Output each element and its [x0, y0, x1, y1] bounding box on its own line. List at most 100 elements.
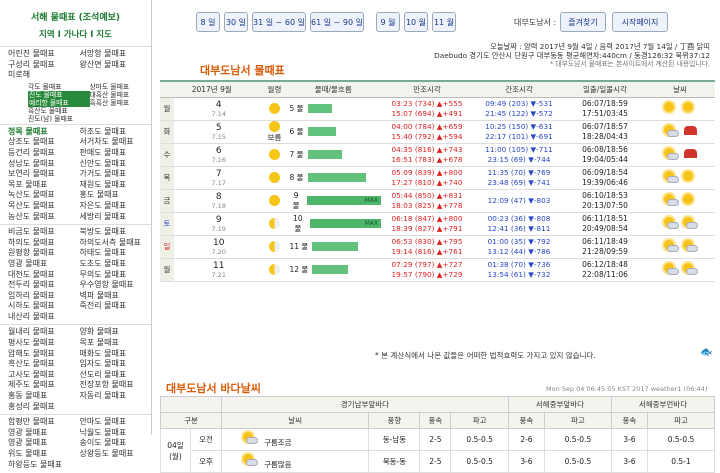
weekday-cell: 월 [160, 97, 174, 121]
sidebar-location-link[interactable]: 자동리 물때표 [80, 391, 152, 402]
sidebar-location-link[interactable]: 압해도 물때표 [8, 349, 80, 360]
sun-icon [682, 193, 698, 207]
sidebar-location-link[interactable]: 평사도 물때표 [8, 338, 80, 349]
tide-flow-cell: 8 물 [285, 166, 381, 190]
sidebar-location-link[interactable]: 보연리 물때표 [8, 169, 80, 180]
sidebar-location-link[interactable]: 어린진 물때표 [8, 49, 80, 60]
tide-row: 수 6 7.16 7 물 04:35 (816) ▲+743 16:51 (783) ▲+… [160, 143, 715, 167]
sidebar-location-link[interactable]: 구성리 물때표 [8, 60, 80, 71]
sidebar-location-link[interactable]: 흑산도 물때표 [8, 359, 80, 370]
sidebar-location-link[interactable]: 영광 물때표 [8, 428, 80, 439]
moon-phase-icon [268, 218, 280, 229]
sidebar-location-link[interactable]: 신안도 물때표 [80, 159, 152, 170]
period-button[interactable]: 61 일 ~ 90 일 [310, 12, 364, 32]
sidebar-sub-link[interactable]: 진도(남) 물때표 [28, 115, 90, 123]
sidebar-location-link[interactable]: 전장포항 물때표 [80, 380, 152, 391]
sea-col-header: 풍속 [507, 412, 545, 429]
sidebar-location-link[interactable]: 임자도 물때표 [80, 359, 152, 370]
sidebar-location-link[interactable]: 영광 물때표 [8, 438, 80, 449]
sidebar-location-link[interactable]: 대천도 물때표 [8, 270, 80, 281]
sidebar-location-link[interactable]: 죽전리 물때표 [80, 301, 152, 312]
sidebar-sub-link[interactable]: 예리항 물때표 [28, 98, 90, 107]
sidebar-location-link[interactable]: 하왕등도 물때표 [8, 460, 80, 471]
low-tide-time: 09:49 (203) ▼-531 [485, 98, 553, 108]
sidebar-location-link[interactable]: 미로해 [8, 70, 80, 81]
sidebar-location-link[interactable]: 월내리 물때표 [8, 327, 80, 338]
period-button[interactable]: 11 월 [432, 12, 456, 32]
sidebar-location-link[interactable]: 목산도 물때표 [8, 201, 80, 212]
sidebar-location-link[interactable]: 북방도 물때표 [80, 227, 152, 238]
sidebar-location-link[interactable]: 고사도 물때표 [8, 370, 80, 381]
period-button[interactable]: 30 일 [224, 12, 248, 32]
sun-time: 06:10/18:53 [582, 190, 628, 200]
sidebar-location-link[interactable]: 도초도 물때표 [80, 259, 152, 270]
sidebar-location-link[interactable]: 영광 물때표 [8, 259, 80, 270]
date-cell: 6 7.16 [174, 143, 264, 167]
sidebar-location-link[interactable]: 판매도 물때표 [80, 148, 152, 159]
sidebar-location-link[interactable]: 하의도서측 물때표 [80, 238, 152, 249]
sidebar-location-link[interactable]: 서거차도 물때표 [80, 137, 152, 148]
sidebar-location-link[interactable]: 세방리 물때표 [80, 212, 152, 223]
moon-cell [263, 143, 286, 167]
sidebar-location-link[interactable]: 송이도 물때표 [80, 438, 152, 449]
sidebar-sub-link[interactable]: 흑흑산 물때표 [90, 99, 152, 107]
sidebar-location-link[interactable]: 내산리 물때표 [8, 312, 80, 323]
sidebar-sub-link[interactable]: 진도 물때표 [28, 90, 90, 99]
set-homepage-button[interactable]: 시작페이지 [612, 12, 668, 32]
sidebar-location-link[interactable]: 목포 물때표 [8, 180, 80, 191]
low-tide-cell: 01:00 (35) ▼-792 13:12 (44) ▼-786 [473, 235, 565, 259]
tide-flow-bar: MAX [310, 219, 381, 228]
tide-number: 12 물 [289, 265, 309, 274]
low-tide-time: 11:35 (70) ▼-769 [487, 167, 551, 177]
sidebar-location-link[interactable]: 홍동 물때표 [8, 391, 80, 402]
date-cell: 10 7.20 [174, 235, 264, 259]
sidebar-nav[interactable]: 지역 I 가나다 I 지도 [0, 28, 151, 40]
low-tide-time: 10:25 (150) ▼-631 [485, 121, 553, 131]
sidebar-location-link[interactable]: 가거도 물때표 [80, 169, 152, 180]
sidebar-location-link[interactable]: 임하리 물때표 [8, 291, 80, 302]
sidebar-location-link[interactable]: 하의도 물때표 [8, 238, 80, 249]
sidebar-location-link[interactable]: 목포 물때표 [80, 338, 152, 349]
sidebar-location-link[interactable]: 자은도 물때표 [80, 201, 152, 212]
sidebar-location-link[interactable]: 무의도 물때표 [80, 270, 152, 281]
sidebar-location-link[interactable]: 왕산면 물때표 [80, 60, 152, 71]
sidebar-location-link[interactable]: 상왕등도 물때표 [80, 449, 152, 460]
sidebar-location-link[interactable]: 매화도 물때표 [80, 349, 152, 360]
period-button[interactable]: 8 일 [196, 12, 220, 32]
sidebar-location-link[interactable]: 성남도 물때표 [8, 159, 80, 170]
sidebar-sub-link[interactable]: 흑산도 물때표 [28, 107, 90, 115]
sidebar-location-link[interactable]: 제주도 물때표 [8, 380, 80, 391]
period-button[interactable]: 10 월 [404, 12, 428, 32]
sidebar-location-link[interactable]: 안마도 물때표 [80, 417, 152, 428]
sidebar-location-link[interactable]: 원평항 물때표 [8, 248, 80, 259]
sidebar-location-link[interactable]: 홍도 물때표 [80, 190, 152, 201]
sidebar-location-link[interactable]: 낙월도 물때표 [80, 428, 152, 439]
sidebar-location-link[interactable]: 시하도 물때표 [8, 301, 80, 312]
sidebar-location-link[interactable]: 등건리 물때표 [8, 148, 80, 159]
sidebar-location-link[interactable]: 위도 물때표 [8, 449, 80, 460]
period-button[interactable]: 9 월 [376, 12, 400, 32]
sidebar-sub-link[interactable]: 상마도 물때표 [90, 83, 152, 91]
sidebar-location-link[interactable]: 벽파 물때표 [80, 291, 152, 302]
sidebar-location-link[interactable]: 홍성리 물때표 [8, 402, 80, 413]
sidebar-location-link[interactable]: 하조도 물때표 [80, 127, 152, 138]
period-button[interactable]: 31 일 ~ 60 일 [252, 12, 306, 32]
favorite-button[interactable]: 즐겨찾기 [560, 12, 606, 32]
sidebar-location-link[interactable]: 정목 물때표 [8, 127, 80, 138]
sidebar-location-link[interactable]: 선도리 물때표 [80, 370, 152, 381]
sidebar-location-link[interactable]: 우수영항 물때표 [80, 280, 152, 291]
sidebar-location-link[interactable]: 농산도 물때표 [8, 212, 80, 223]
sidebar-location-link[interactable]: 전두리 물때표 [8, 280, 80, 291]
sidebar-location-link[interactable]: 상조도 물때표 [8, 137, 80, 148]
moon-label: 보름 [267, 132, 282, 142]
sidebar-location-link[interactable]: 비금도 물때표 [8, 227, 80, 238]
sidebar-sub-link[interactable]: 각도 물때표 [28, 83, 90, 91]
sidebar-location-link[interactable]: 서망항 물때표 [80, 49, 152, 60]
sidebar-location-link[interactable]: 양화 물때표 [80, 327, 152, 338]
sidebar-column: 함평만 물때표 영광 물때표 영광 물때표 위도 물때표 하왕등도 물때표 [8, 417, 80, 470]
sidebar-location-link[interactable]: 재원도 물때표 [80, 180, 152, 191]
sidebar-sub-link[interactable]: 대흑산 물때표 [90, 91, 152, 99]
sidebar-location-link[interactable]: 함평만 물때표 [8, 417, 80, 428]
sidebar-location-link[interactable]: 녹산도 물때표 [8, 190, 80, 201]
sidebar-location-link[interactable]: 하태도 물때표 [80, 248, 152, 259]
